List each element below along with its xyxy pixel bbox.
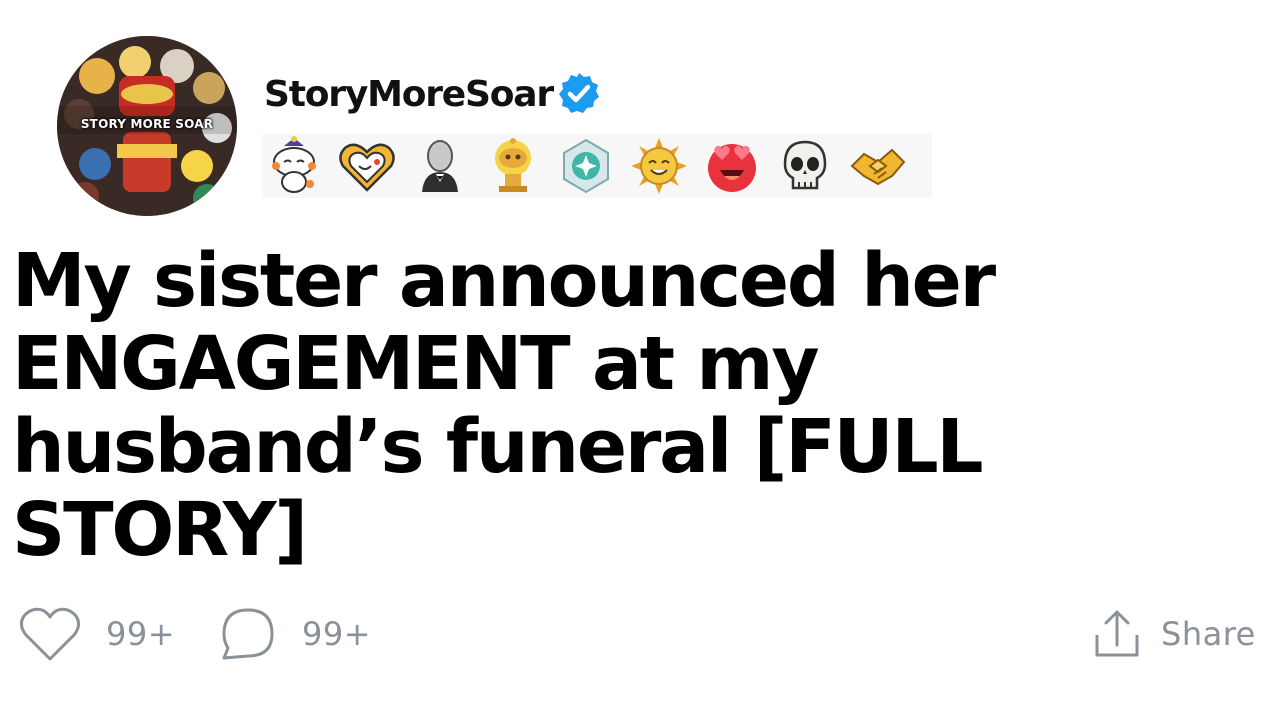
award-badges [262,134,932,198]
post-card: STORY MORE SOAR StoryMoreSoar My sister … [0,0,1280,720]
share-label: Share [1161,615,1256,653]
action-bar: 99+ 99+ Share [18,604,1268,664]
handshake-icon[interactable] [848,136,908,196]
avatar-text: STORY MORE SOAR [80,117,214,131]
teal-gem-icon[interactable] [556,136,616,196]
comment-bubble-icon [218,604,278,664]
username-row: StoryMoreSoar [264,66,603,122]
like-button[interactable]: 99+ [18,604,175,664]
heart-face-icon[interactable] [337,136,397,196]
heart-eyes-icon[interactable] [702,136,762,196]
share-button[interactable]: Share [1093,604,1256,664]
skull-icon[interactable] [775,136,835,196]
verified-check-icon [555,70,603,118]
gentleman-bust-icon[interactable] [410,136,470,196]
username[interactable]: StoryMoreSoar [264,74,554,115]
like-count: 99+ [106,615,176,653]
gold-trophy-snoo-icon[interactable] [483,136,543,196]
heart-icon [18,605,82,663]
comment-count: 99+ [302,615,372,653]
sun-face-icon[interactable] [629,136,689,196]
sleepy-snoo-icon[interactable] [264,136,324,196]
post-title[interactable]: My sister announced her ENGAGEMENT at my… [12,240,1032,572]
share-upload-icon [1093,609,1141,659]
comment-button[interactable]: 99+ [218,604,371,664]
avatar[interactable]: STORY MORE SOAR [57,36,237,216]
